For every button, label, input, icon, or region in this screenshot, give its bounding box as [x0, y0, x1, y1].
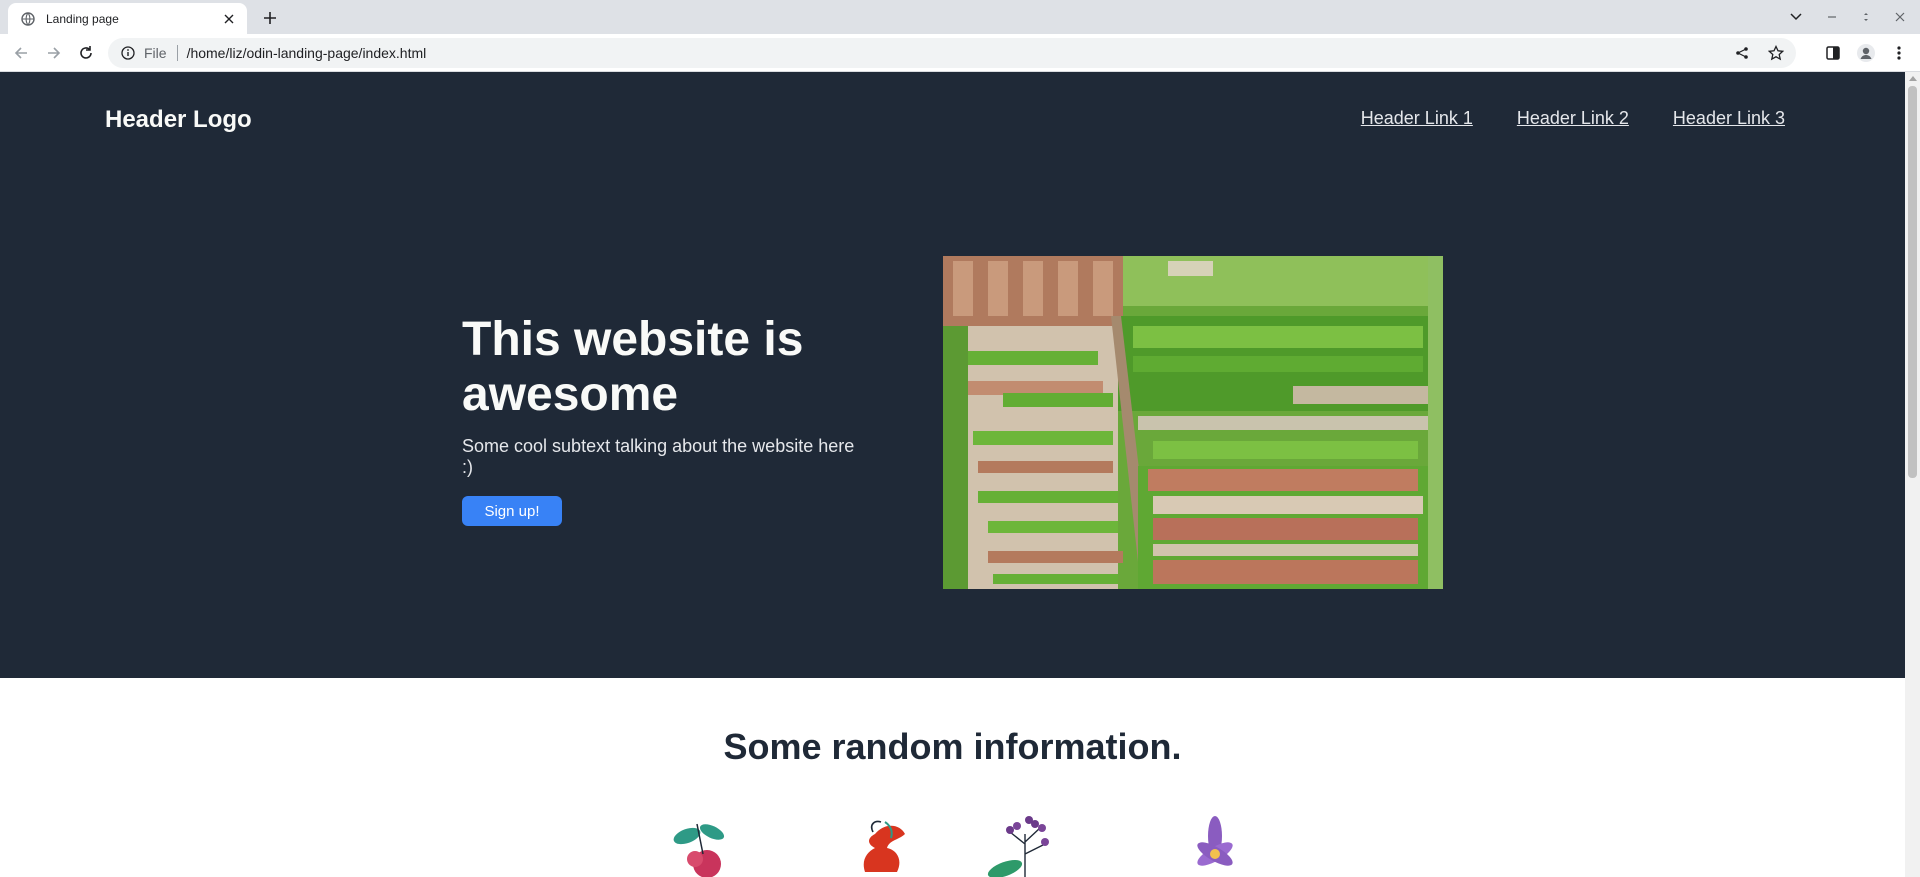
flower-illustration-4: [1175, 814, 1255, 877]
hero-image: [943, 256, 1443, 589]
browser-toolbar: File /home/liz/odin-landing-page/index.h…: [0, 34, 1920, 72]
forward-arrow-icon[interactable]: [42, 41, 66, 65]
signup-button[interactable]: Sign up!: [462, 496, 562, 526]
star-icon[interactable]: [1766, 43, 1786, 63]
header-link-3[interactable]: Header Link 3: [1673, 108, 1785, 129]
kebab-menu-icon[interactable]: [1887, 41, 1911, 65]
hero-text: This website is awesome Some cool subtex…: [462, 312, 862, 526]
close-window-icon[interactable]: [1889, 6, 1911, 28]
scroll-up-arrow-icon[interactable]: [1909, 76, 1917, 81]
header-logo[interactable]: Header Logo: [105, 106, 252, 134]
header-link-2[interactable]: Header Link 2: [1517, 108, 1629, 129]
chevron-down-icon[interactable]: [1785, 6, 1807, 28]
share-icon[interactable]: [1732, 43, 1752, 63]
back-arrow-icon[interactable]: [9, 41, 33, 65]
minimize-icon[interactable]: [1821, 6, 1843, 28]
maximize-icon[interactable]: [1855, 6, 1877, 28]
flower-illustration-2: [845, 814, 925, 877]
side-panel-icon[interactable]: [1821, 41, 1845, 65]
flower-illustration-3: [985, 814, 1065, 877]
tab-landing-page[interactable]: Landing page: [8, 3, 247, 34]
header-nav: Header Link 1 Header Link 2 Header Link …: [1361, 108, 1785, 129]
globe-favicon-icon: [20, 11, 36, 27]
hero-section: Header Logo Header Link 1 Header Link 2 …: [0, 72, 1905, 678]
scheme-chip: File: [144, 45, 167, 61]
page-viewport: Header Logo Header Link 1 Header Link 2 …: [0, 72, 1905, 877]
plus-icon[interactable]: [258, 6, 282, 30]
profile-icon[interactable]: [1854, 41, 1878, 65]
url-text[interactable]: /home/liz/odin-landing-page/index.html: [187, 45, 1718, 61]
tab-title: Landing page: [46, 11, 119, 26]
flower-illustration-1: [667, 814, 747, 877]
page-scrollbar[interactable]: [1905, 72, 1920, 877]
reload-icon[interactable]: [74, 41, 98, 65]
info-icon[interactable]: [120, 45, 136, 61]
hero-title: This website is awesome: [462, 313, 804, 421]
scrollbar-thumb[interactable]: [1908, 86, 1917, 478]
hero-subtext: Some cool subtext talking about the webs…: [462, 436, 855, 477]
omnibox-separator: [176, 45, 178, 61]
info-title: Some random information.: [723, 726, 1182, 767]
address-bar[interactable]: File /home/liz/odin-landing-page/index.h…: [108, 38, 1796, 68]
close-icon[interactable]: [221, 11, 237, 27]
header-link-1[interactable]: Header Link 1: [1361, 108, 1473, 129]
tab-strip: Landing page: [0, 0, 1920, 34]
